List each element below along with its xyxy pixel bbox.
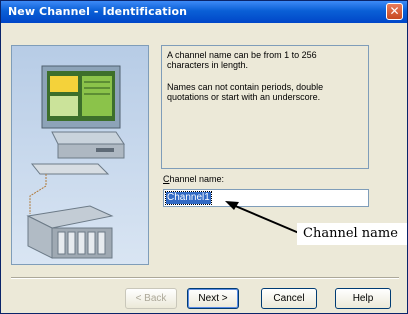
dialog-window: New Channel - Identification ✕ A channel… <box>0 0 408 314</box>
back-button[interactable]: < Back <box>125 288 177 309</box>
help-button[interactable]: Help <box>335 288 391 309</box>
cancel-button[interactable]: Cancel <box>261 288 317 309</box>
button-separator <box>11 277 399 279</box>
next-button[interactable]: Next > <box>187 288 239 309</box>
callout-arrow <box>225 201 300 234</box>
callout-label: Channel name <box>297 223 407 245</box>
